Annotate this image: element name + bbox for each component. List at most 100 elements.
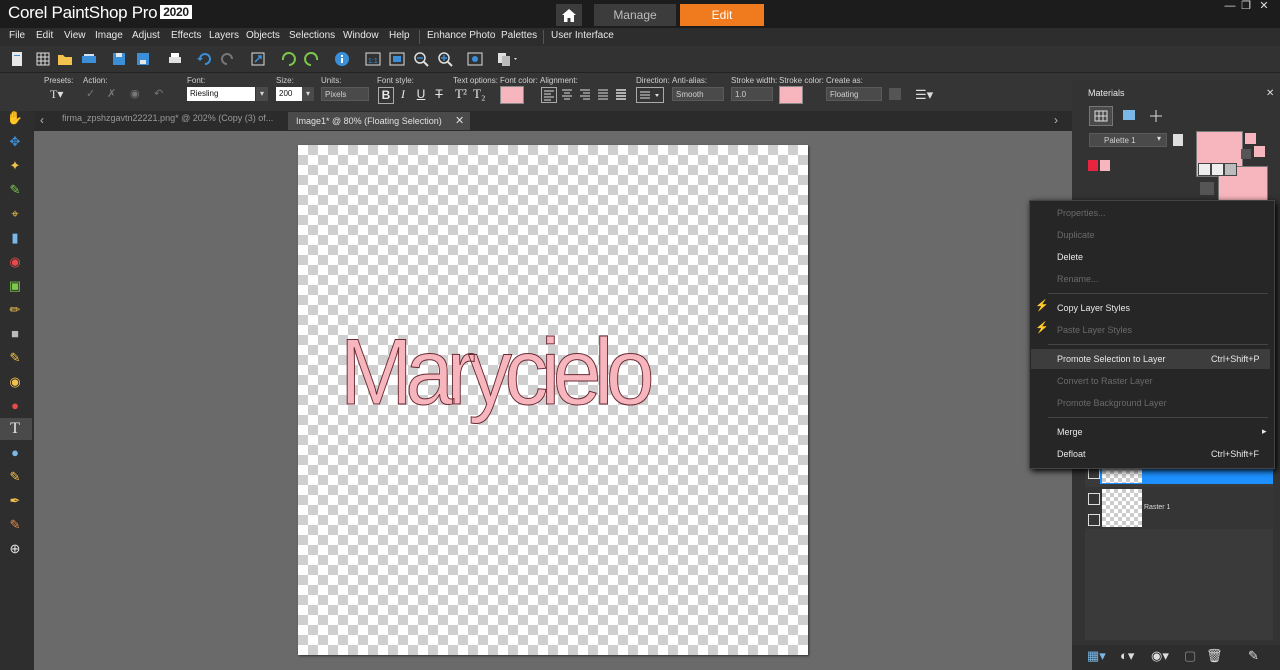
crop-tool-icon[interactable]: ⌖	[3, 204, 27, 224]
makeover-tool-icon[interactable]: ▣	[3, 276, 27, 296]
pan-tool-icon[interactable]: ✋	[3, 108, 27, 128]
open-folder-icon[interactable]	[57, 51, 73, 67]
menu-layers[interactable]: Layers	[209, 30, 239, 41]
units-dropdown[interactable]: Pixels	[321, 87, 369, 101]
gradient-tab-icon[interactable]	[1118, 106, 1140, 124]
menu-enhance-photo[interactable]: Enhance Photo	[427, 30, 495, 41]
straighten-tool-icon[interactable]: ▮	[3, 228, 27, 248]
canvas-floating-text[interactable]: Marycielo	[340, 318, 655, 426]
menu-promote-background[interactable]: Promote Background Layer	[1057, 398, 1167, 408]
swap-colors-icon[interactable]	[1241, 149, 1251, 159]
shape-tool-icon[interactable]: ●	[3, 443, 27, 463]
add-tool-icon[interactable]: ⊕	[3, 539, 27, 559]
maximize-icon[interactable]: ❐	[1238, 0, 1254, 12]
menu-palettes[interactable]: Palettes	[501, 30, 537, 41]
mask-icon[interactable]: ◐▾	[1120, 648, 1134, 664]
menu-selections[interactable]: Selections	[289, 30, 335, 41]
save-icon[interactable]	[111, 51, 127, 67]
menu-view[interactable]: View	[64, 30, 86, 41]
rainbow-tab-icon[interactable]	[1145, 106, 1167, 124]
justify-all-icon[interactable]	[614, 87, 628, 101]
scanner-icon[interactable]	[81, 51, 97, 67]
text-tool-icon[interactable]: T	[3, 419, 27, 439]
swatches-tab-icon[interactable]	[1089, 106, 1113, 126]
minimize-icon[interactable]: —	[1222, 0, 1238, 12]
justify-icon[interactable]	[596, 87, 610, 101]
tab-edit[interactable]: Edit	[680, 4, 764, 26]
strikethrough-button[interactable]: T	[432, 87, 446, 102]
bold-button[interactable]: B	[378, 87, 394, 104]
zoom-in-icon[interactable]	[437, 51, 453, 67]
menu-duplicate[interactable]: Duplicate	[1057, 230, 1095, 240]
arrange-windows-icon[interactable]	[497, 51, 517, 67]
pen-tool-icon[interactable]: ✎	[3, 467, 27, 487]
new-file-icon[interactable]	[9, 51, 25, 67]
picture-tube-icon[interactable]: ✎	[3, 515, 27, 535]
pink-swatch[interactable]	[1100, 160, 1110, 171]
palette-dropdown[interactable]: Palette 1	[1089, 133, 1167, 147]
font-color-swatch[interactable]	[500, 86, 524, 104]
swap-small-swatch-2[interactable]	[1254, 146, 1265, 157]
menu-promote-selection[interactable]: Promote Selection to Layer	[1057, 354, 1166, 364]
toolbar-menu-icon[interactable]: ☰▾	[915, 87, 933, 103]
menu-adjust[interactable]: Adjust	[132, 30, 160, 41]
tabs-scroll-left-icon[interactable]: ‹	[40, 113, 44, 127]
move-tool-icon[interactable]: ✥	[3, 132, 27, 152]
swap-small-swatch[interactable]	[1245, 133, 1256, 144]
menu-objects[interactable]: Objects	[246, 30, 280, 41]
reset-colors-icon[interactable]	[1200, 182, 1214, 195]
close-panel-icon[interactable]: ✕	[1266, 88, 1274, 99]
menu-help[interactable]: Help	[389, 30, 410, 41]
tab-firma[interactable]: firma_zpshzgavtn22221.png* @ 202% (Copy …	[62, 113, 273, 123]
chevron-down-icon[interactable]: ▾	[1157, 134, 1161, 143]
apply-icon[interactable]: ✓	[86, 87, 95, 100]
underline-button[interactable]: U	[414, 87, 428, 102]
layer-visibility-icon[interactable]	[1088, 514, 1100, 526]
full-screen-icon[interactable]	[467, 51, 483, 67]
chevron-down-icon[interactable]: ▾	[302, 87, 314, 101]
convert-icon[interactable]	[889, 88, 901, 100]
print-icon[interactable]	[167, 51, 183, 67]
red-eye-tool-icon[interactable]: ◉	[3, 252, 27, 272]
menu-delete[interactable]: Delete	[1057, 252, 1083, 262]
undo-icon[interactable]	[196, 51, 212, 67]
align-left-icon[interactable]	[541, 87, 557, 103]
superscript-icon[interactable]: T²	[455, 86, 467, 102]
zoom-out-icon[interactable]	[413, 51, 429, 67]
antialias-dropdown[interactable]: Smooth	[672, 87, 724, 101]
stroke-color-swatch[interactable]	[779, 86, 803, 104]
new-layer-icon[interactable]: ▦▾	[1087, 648, 1106, 664]
close-icon[interactable]: ✕	[1256, 0, 1272, 12]
menu-effects[interactable]: Effects	[171, 30, 201, 41]
cancel-icon[interactable]: ✗	[107, 87, 116, 100]
red-swatch[interactable]	[1088, 160, 1098, 171]
delete-layer-icon[interactable]: 🗑	[1206, 648, 1223, 664]
menu-defloat[interactable]: Defloat	[1057, 449, 1086, 459]
texture-button-icon[interactable]	[1211, 163, 1224, 176]
dropper-tool-icon[interactable]: ✎	[3, 180, 27, 200]
presets-dropdown[interactable]: T▾	[50, 87, 72, 103]
italic-button[interactable]: I	[396, 87, 410, 102]
redo-icon[interactable]	[220, 51, 236, 67]
close-tab-icon[interactable]: ✕	[455, 114, 464, 127]
grid-icon[interactable]	[35, 51, 51, 67]
menu-properties[interactable]: Properties...	[1057, 208, 1106, 218]
palette-options-icon[interactable]	[1173, 134, 1183, 146]
menu-convert-raster[interactable]: Convert to Raster Layer	[1057, 376, 1153, 386]
tab-manage[interactable]: Manage	[594, 4, 676, 26]
resize-icon[interactable]	[250, 51, 266, 67]
rotate-left-icon[interactable]	[280, 51, 296, 67]
transparent-button-icon[interactable]	[1224, 163, 1237, 176]
brush-tool-icon[interactable]: ✏	[3, 300, 27, 320]
eye-icon[interactable]: ◉	[130, 87, 140, 100]
info-icon[interactable]	[334, 51, 350, 67]
layer-link-icon[interactable]	[1088, 493, 1100, 505]
menu-rename[interactable]: Rename...	[1057, 274, 1099, 284]
menu-copy-layer-styles[interactable]: Copy Layer Styles	[1057, 303, 1130, 313]
eraser-tool-icon[interactable]: ✎	[3, 348, 27, 368]
subscript-icon[interactable]: T₂	[473, 86, 485, 102]
size-input[interactable]: 200	[276, 87, 302, 101]
home-button[interactable]	[556, 4, 582, 26]
pen-nib-icon[interactable]: ✒	[3, 491, 27, 511]
menu-edit[interactable]: Edit	[36, 30, 53, 41]
